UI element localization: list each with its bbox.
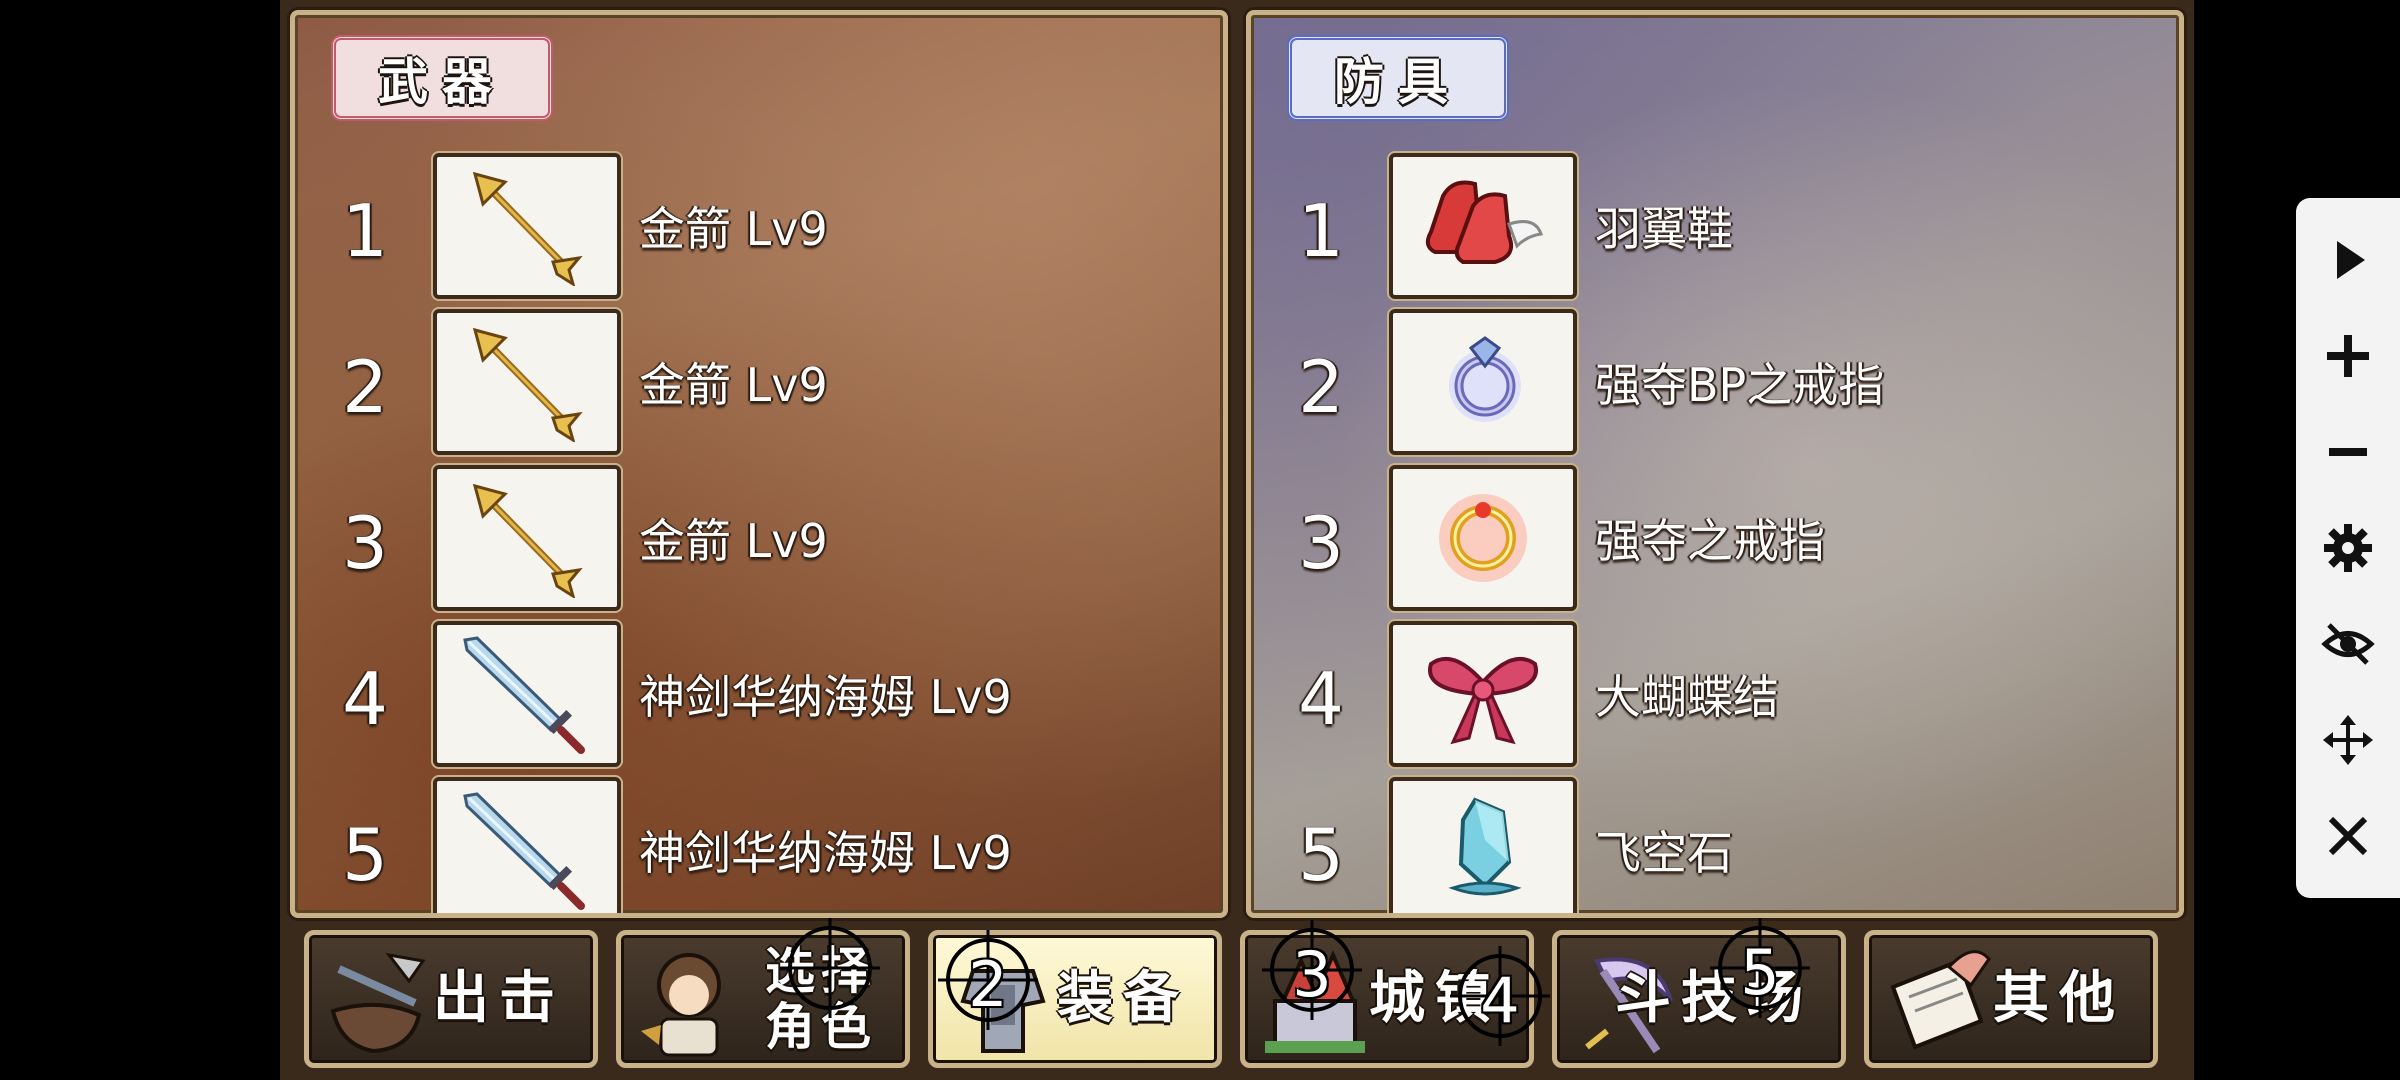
move-icon[interactable] [2316,708,2380,772]
armor-slot-2[interactable]: 2 强夺BP之戒指 [1251,309,2179,459]
slot-number: 4 [342,657,388,741]
item-name: 金箭 Lv9 [639,358,828,412]
zoom-in-icon[interactable] [2316,324,2380,388]
gear-icon[interactable] [2316,516,2380,580]
item-name: 大蝴蝶结 [1595,670,1779,724]
armor-slot-5[interactable]: 5 飞空石 [1251,777,2179,913]
town-button[interactable]: 城镇 [1240,930,1534,1068]
castle-icon [1265,949,1365,1053]
weapon-slot-5[interactable]: 5 神剑华纳海姆 Lv9 [295,777,1223,913]
arena-label: 斗技场 [1615,966,1813,1031]
slot-number: 4 [1298,657,1344,741]
slot-number: 5 [342,813,388,897]
game-screen: 武器 1 金箭 Lv9 2 金箭 Lv9 3 金箭 Lv9 4 神剑华纳海姆 L… [280,0,2194,1080]
sortie-button[interactable]: 出击 [304,930,598,1068]
armor-panel: 防具 1 羽翼鞋 2 强夺BP之戒指 3 强夺之戒指 4 大蝴蝶结 5 飞空石 [1246,10,2184,918]
slot-number: 2 [1298,345,1344,429]
bottom-menu: 出击 选择 角色 装备 城镇 斗技场 其他 [280,918,2194,1080]
zoom-out-icon[interactable] [2316,420,2380,484]
armor-tab[interactable]: 防具 [1287,35,1509,121]
armor-slot-4[interactable]: 4 大蝴蝶结 [1251,621,2179,771]
weapon-slot-2[interactable]: 2 金箭 Lv9 [295,309,1223,459]
winged-boots-icon [1389,153,1577,299]
armor-icon [960,969,1046,1053]
ribbon-bow-icon [1389,621,1577,767]
weapon-slot-3[interactable]: 3 金箭 Lv9 [295,465,1223,615]
select-label-line1: 选择 [765,942,877,1000]
armor-slot-1[interactable]: 1 羽翼鞋 [1251,153,2179,303]
slot-number: 1 [342,189,388,273]
equipment-label: 装备 [1057,966,1189,1031]
town-label: 城镇 [1369,966,1501,1031]
slot-number: 3 [1298,501,1344,585]
scroll-icon [1890,950,1991,1050]
item-name: 强夺BP之戒指 [1595,358,1885,412]
boat-icon [330,952,426,1054]
slot-number: 3 [342,501,388,585]
select-label-line2: 角色 [765,998,877,1056]
item-name: 神剑华纳海姆 Lv9 [639,670,1012,724]
armor-slot-3[interactable]: 3 强夺之戒指 [1251,465,2179,615]
fire-ring-icon [1389,465,1577,611]
bp-ring-icon [1389,309,1577,455]
other-button[interactable]: 其他 [1864,930,2158,1068]
weapon-slot-4[interactable]: 4 神剑华纳海姆 Lv9 [295,621,1223,771]
item-name: 金箭 Lv9 [639,202,828,256]
sortie-label: 出击 [433,966,565,1031]
equipment-button[interactable]: 装备 [928,930,1222,1068]
weapon-slot-1[interactable]: 1 金箭 Lv9 [295,153,1223,303]
crystal-stone-icon [1389,777,1577,913]
item-name: 强夺之戒指 [1595,514,1825,568]
slot-number: 1 [1298,189,1344,273]
golden-arrow-icon [433,465,621,611]
weapon-panel: 武器 1 金箭 Lv9 2 金箭 Lv9 3 金箭 Lv9 4 神剑华纳海姆 L… [290,10,1228,918]
item-name: 飞空石 [1595,826,1733,880]
slot-number: 2 [342,345,388,429]
golden-arrow-icon [433,153,621,299]
floating-toolbar [2296,198,2400,898]
close-icon[interactable] [2316,804,2380,868]
eye-off-icon[interactable] [2316,612,2380,676]
sword-icon [433,777,621,913]
other-label: 其他 [1993,966,2125,1031]
item-name: 羽翼鞋 [1595,202,1733,256]
character-icon [641,953,721,1057]
weapon-tab[interactable]: 武器 [331,35,553,121]
arena-button[interactable]: 斗技场 [1552,930,1846,1068]
sword-icon [433,621,621,767]
play-icon[interactable] [2316,228,2380,292]
item-name: 神剑华纳海姆 Lv9 [639,826,1012,880]
item-name: 金箭 Lv9 [639,514,828,568]
slot-number: 5 [1298,813,1344,897]
select-character-label: 选择 角色 [765,943,877,1055]
select-character-button[interactable]: 选择 角色 [616,930,910,1068]
golden-arrow-icon [433,309,621,455]
